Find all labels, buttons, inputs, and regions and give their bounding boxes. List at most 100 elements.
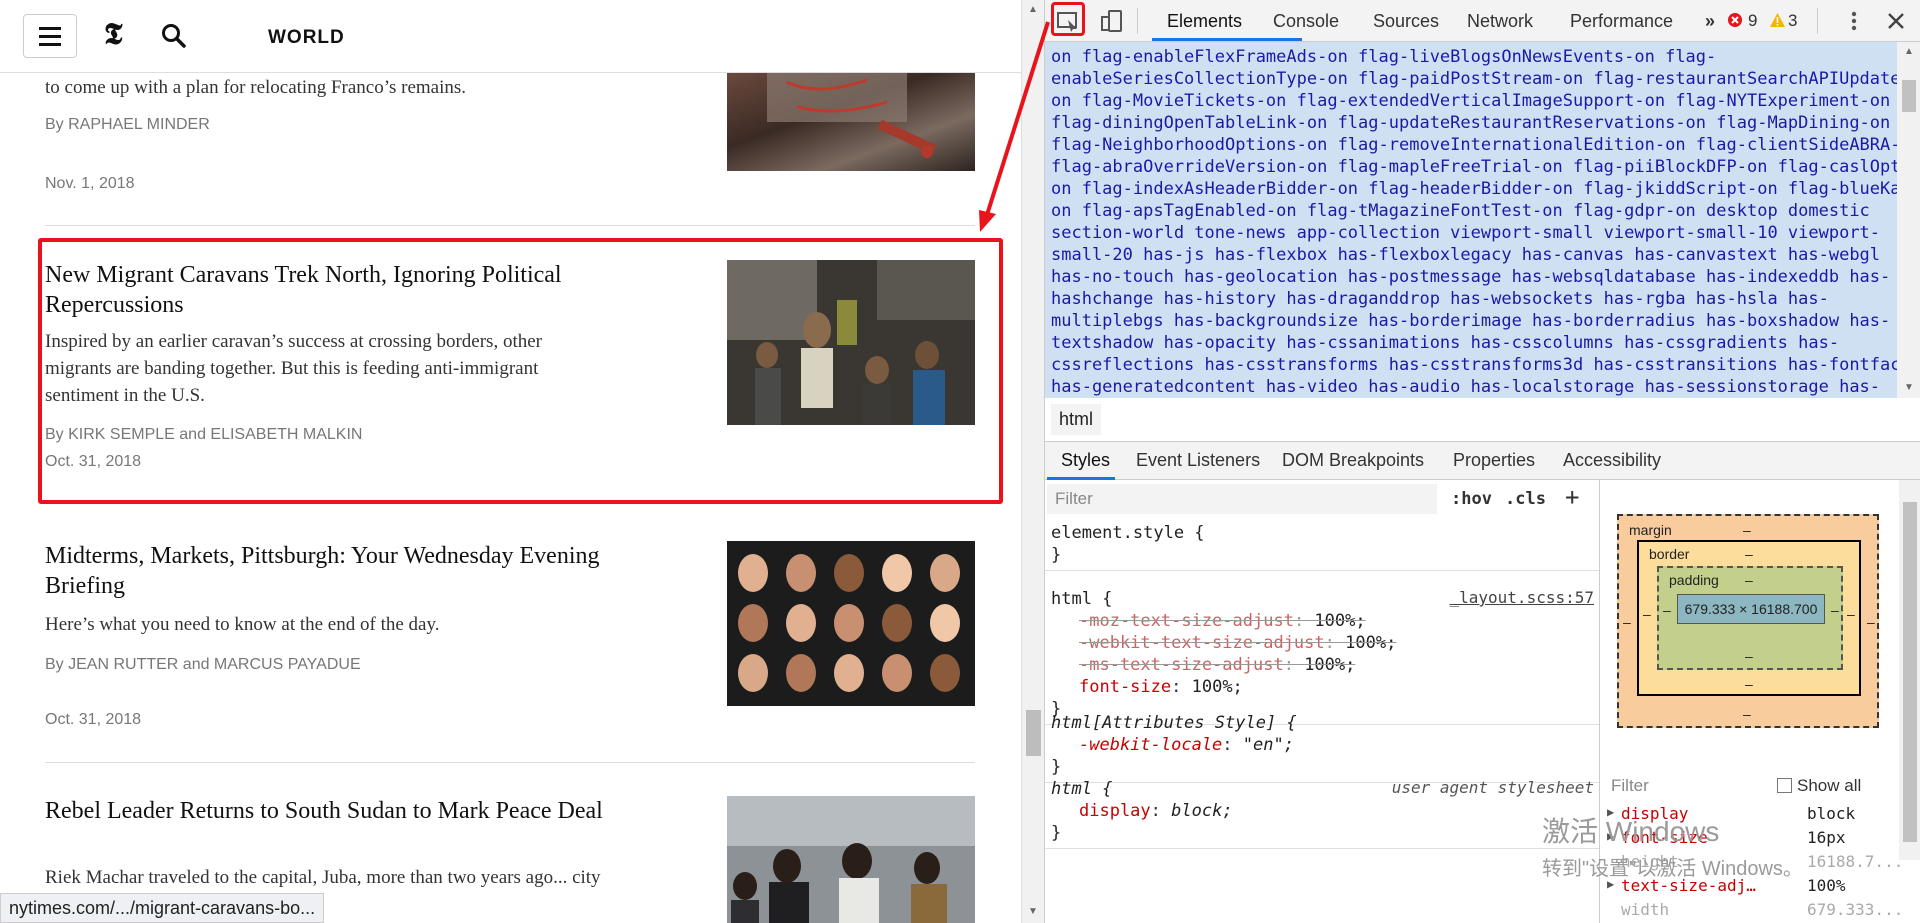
error-count[interactable]: 9 (1748, 11, 1757, 31)
tab-event-listeners[interactable]: Event Listeners (1136, 450, 1260, 471)
story-thumbnail[interactable] (727, 796, 975, 923)
expand-triangle-icon[interactable]: ▶ (1607, 805, 1614, 819)
rule-selector[interactable]: html[Attributes Style] { (1051, 712, 1594, 734)
tab-properties[interactable]: Properties (1453, 450, 1535, 471)
dom-tree-line[interactable]: on flag-enableFlexFrameAds-on flag-liveB… (1051, 46, 1891, 68)
styles-filter-input[interactable]: Filter (1047, 484, 1437, 514)
computed-row[interactable]: width 679.333... (1601, 898, 1903, 922)
warning-count[interactable]: 3 (1788, 11, 1797, 31)
new-rule-button[interactable]: + (1565, 483, 1579, 511)
dom-tree-line[interactable]: multiplebgs has-backgroundsize has-borde… (1051, 310, 1891, 332)
story-headline[interactable]: Midterms, Markets, Pittsburgh: Your Wedn… (45, 541, 605, 601)
dom-tree-line[interactable]: enableSeriesCollectionType-on flag-paidP… (1051, 68, 1897, 90)
scroll-up-arrow-icon[interactable]: ▲ (1904, 46, 1914, 57)
section-title[interactable]: WORLD (268, 27, 345, 49)
property-value[interactable]: "en"; (1243, 735, 1294, 755)
style-property[interactable]: -moz-text-size-adjust: 100%; (1051, 610, 1594, 632)
tab-dom-breakpoints[interactable]: DOM Breakpoints (1282, 450, 1424, 471)
box-model-scrollbar[interactable] (1899, 480, 1920, 860)
story-item-migrant-caravans[interactable]: New Migrant Caravans Trek North, Ignorin… (45, 260, 975, 480)
tab-elements[interactable]: Elements (1167, 11, 1242, 32)
story-item-evening-briefing[interactable]: Midterms, Markets, Pittsburgh: Your Wedn… (45, 541, 975, 731)
property-value[interactable]: 100%; (1304, 655, 1355, 675)
dom-tree-line[interactable]: small-20 has-js has-flexbox has-flexboxl… (1051, 244, 1891, 266)
expand-triangle-icon[interactable]: ▶ (1607, 829, 1614, 843)
style-property[interactable]: font-size: 100%; (1051, 676, 1594, 698)
style-property[interactable]: -ms-text-size-adjust: 100%; (1051, 654, 1594, 676)
style-property[interactable]: -webkit-locale: "en"; (1051, 734, 1594, 756)
story-thumbnail[interactable] (727, 260, 975, 425)
dom-tree-line[interactable]: hashchange has-history has-draganddrop h… (1051, 288, 1891, 310)
property-value[interactable]: 100%; (1192, 677, 1243, 697)
kebab-menu-icon[interactable] (1841, 8, 1867, 34)
property-name[interactable]: -ms-text-size-adjust (1079, 655, 1284, 675)
style-property[interactable]: display: block; (1051, 800, 1594, 822)
property-name[interactable]: -webkit-text-size-adjust (1079, 633, 1325, 653)
property-value[interactable]: 100%; (1345, 633, 1396, 653)
dom-tree-line[interactable]: cssreflections has-csstransforms has-css… (1051, 354, 1897, 376)
search-icon[interactable] (160, 22, 188, 50)
story-item[interactable]: to come up with a plan for relocating Fr… (45, 72, 975, 224)
tab-performance[interactable]: Performance (1570, 11, 1673, 32)
tab-accessibility[interactable]: Accessibility (1563, 450, 1661, 471)
page-scroll-thumb[interactable] (1026, 710, 1041, 756)
dom-tree-scrollbar[interactable]: ▲ ▼ (1897, 42, 1920, 398)
dom-tree-line[interactable]: on flag-MovieTickets-on flag-extendedVer… (1051, 90, 1891, 112)
style-rule[interactable]: element.style {} (1045, 518, 1599, 571)
breadcrumb-html[interactable]: html (1051, 404, 1102, 435)
dom-tree-line[interactable]: on flag-apsTagEnabled-on flag-tMagazineF… (1051, 200, 1891, 222)
dom-tree-line[interactable]: on flag-indexAsHeaderBidder-on flag-head… (1051, 178, 1897, 200)
hover-state-button[interactable]: :hov (1451, 489, 1492, 509)
computed-filter-input[interactable]: Filter (1611, 776, 1649, 796)
dom-tree[interactable]: on flag-enableFlexFrameAds-on flag-liveB… (1045, 42, 1897, 398)
more-tabs-icon[interactable]: » (1705, 11, 1715, 32)
scroll-down-arrow-icon[interactable]: ▼ (1028, 906, 1038, 917)
computed-row[interactable]: ▶ text-size-adj… 100% (1601, 874, 1899, 898)
expand-triangle-icon[interactable]: ▶ (1607, 877, 1614, 891)
tab-sources[interactable]: Sources (1373, 11, 1439, 32)
computed-row[interactable]: ▶ display block (1601, 802, 1899, 826)
scroll-down-arrow-icon[interactable]: ▼ (1904, 382, 1914, 393)
dom-tree-line[interactable]: has-no-touch has-geolocation has-postmes… (1051, 266, 1891, 288)
class-toggle-button[interactable]: .cls (1505, 489, 1546, 509)
close-icon[interactable] (1883, 8, 1909, 34)
tab-console[interactable]: Console (1273, 11, 1339, 32)
property-name[interactable]: font-size (1079, 677, 1171, 697)
nyt-logo-icon[interactable]: 𝕿 (104, 20, 122, 50)
computed-row[interactable]: ▶ font-size 16px (1601, 826, 1899, 850)
property-name[interactable]: display (1079, 801, 1151, 821)
show-all-label[interactable]: Show all (1797, 776, 1861, 796)
box-model-padding[interactable]: padding – – – – 679.333 × 16188.700 (1657, 566, 1843, 670)
story-thumbnail[interactable] (727, 541, 975, 706)
tab-styles[interactable]: Styles (1061, 450, 1110, 471)
dom-tree-line[interactable]: flag-abraOverrideVersion-on flag-mapleFr… (1051, 156, 1897, 178)
story-headline[interactable]: Rebel Leader Returns to South Sudan to M… (45, 796, 605, 826)
device-toolbar-icon[interactable] (1099, 8, 1125, 34)
dom-tree-line[interactable]: flag-diningOpenTableLink-on flag-updateR… (1051, 112, 1891, 134)
dom-tree-line[interactable]: flag-NeighborhoodOptions-on flag-removeI… (1051, 134, 1897, 156)
story-thumbnail[interactable] (727, 72, 975, 171)
box-model-content[interactable]: 679.333 × 16188.700 (1677, 594, 1825, 624)
property-name[interactable]: -moz-text-size-adjust (1079, 611, 1294, 631)
page-scrollbar[interactable]: ▲ ▼ (1021, 0, 1044, 923)
box-model-margin[interactable]: margin – – – – border – – – – padding – … (1617, 514, 1879, 728)
rule-source-link[interactable]: _layout.scss:57 (1450, 588, 1595, 607)
style-rule[interactable]: html {_layout.scss:57 -moz-text-size-adju… (1045, 584, 1599, 725)
dom-tree-line[interactable]: section-world tone-news app-collection v… (1051, 222, 1891, 244)
property-name[interactable]: -webkit-locale (1079, 735, 1222, 755)
tab-network[interactable]: Network (1467, 11, 1533, 32)
menu-button[interactable] (23, 14, 77, 58)
story-headline[interactable]: New Migrant Caravans Trek North, Ignorin… (45, 260, 605, 320)
computed-row[interactable]: height 16188.7... (1601, 850, 1903, 874)
show-all-checkbox[interactable] (1777, 778, 1792, 793)
property-value[interactable]: 100%; (1314, 611, 1365, 631)
style-rule[interactable]: html[Attributes Style] {-webkit-locale: … (1045, 708, 1599, 783)
style-rule[interactable]: html {user agent stylesheet display: bloc… (1045, 774, 1599, 849)
property-value[interactable]: block; (1171, 801, 1232, 821)
box-model-scroll-thumb[interactable] (1903, 502, 1917, 842)
scroll-up-arrow-icon[interactable]: ▲ (1028, 4, 1038, 15)
dom-tree-line[interactable]: has-generatedcontent has-video has-audio… (1051, 376, 1891, 398)
dom-tree-line[interactable]: textshadow has-opacity has-cssanimations… (1051, 332, 1891, 354)
style-property[interactable]: -webkit-text-size-adjust: 100%; (1051, 632, 1594, 654)
dom-scroll-thumb[interactable] (1902, 80, 1916, 112)
